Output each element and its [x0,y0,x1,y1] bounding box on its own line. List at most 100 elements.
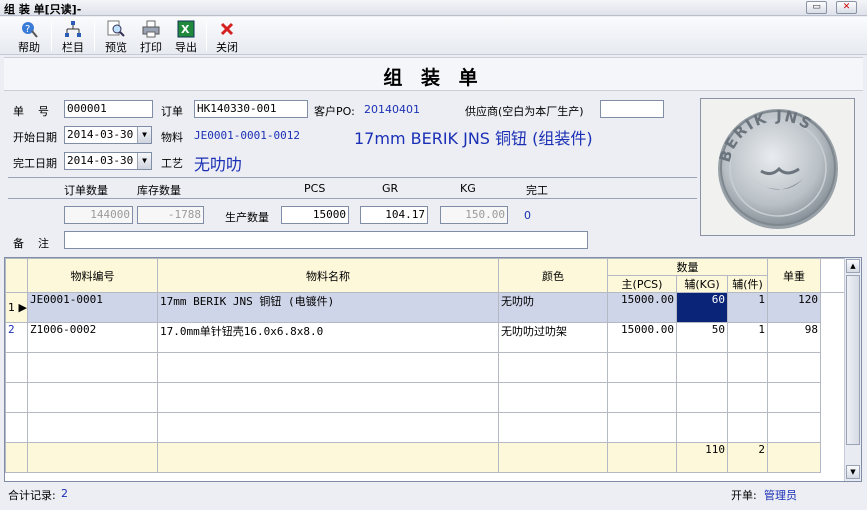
production-qty-label: 生产数量 [225,211,269,224]
cell-code[interactable]: Z1006-0002 [27,322,158,353]
sales-order-field[interactable]: HK140330-001 [194,100,308,118]
cell-color[interactable]: 无叻叻 [498,292,608,323]
product-photo: BERIK JNS [700,98,855,236]
cell-aux-kg[interactable]: 60 [676,292,728,323]
cell-code[interactable]: JE0001-0001 [27,292,158,323]
material-grid[interactable]: 物料编号 物料名称 颜色 数量 单重 主(PCS) 辅(KG) 辅(件) 1 ▶… [4,257,862,482]
form-title: 组 装 单 [383,67,484,89]
col-header-aux-pcs[interactable]: 辅(件) [727,275,768,293]
scroll-down-icon[interactable]: ▼ [846,465,860,479]
toolbar-separator [206,21,207,51]
finish-date-label: 完工日期 [13,157,57,170]
print-button[interactable]: 打印 [136,20,166,54]
start-date-label: 开始日期 [13,131,57,144]
close-button[interactable]: 关闭 [212,20,242,54]
record-count-value: 2 [61,487,68,500]
col-header-qty[interactable]: 数量 [607,258,768,276]
row-number: 1 [8,301,15,314]
total-aux-kg: 110 [676,442,728,473]
cell-name[interactable]: 17.0mm单针钮壳16.0x6.8x8.0 [157,322,499,353]
material-code: JE0001-0001-0012 [194,129,300,142]
columns-button[interactable]: 栏目 [58,20,88,54]
col-header-main-pcs[interactable]: 主(PCS) [607,275,677,293]
chevron-down-icon[interactable]: ▼ [137,153,151,169]
preview-icon [107,20,125,38]
cell-main-pcs[interactable]: 15000.00 [607,322,677,353]
sales-order-label: 订单 [161,105,183,118]
production-pcs-field[interactable]: 15000 [281,206,349,224]
col-header-name[interactable]: 物料名称 [157,258,499,293]
pcs-header: PCS [304,182,326,195]
creator-value: 管理员 [764,489,797,502]
table-row-empty[interactable] [5,352,846,383]
toolbar: ? 帮助 栏目 预览 打印 X 导出 关闭 [0,17,867,55]
window-title: 组 装 单[只读]- [4,3,82,16]
table-row[interactable]: 2 Z1006-0002 17.0mm单针钮壳16.0x6.8x8.0 无叻叻过… [5,322,846,353]
production-gr-field[interactable]: 104.17 [360,206,428,224]
cell-unit-weight[interactable]: 120 [767,292,821,323]
row-indicator-header [5,258,28,293]
columns-icon [64,20,82,38]
row-indicator[interactable]: 2 [5,322,28,353]
toolbar-separator [94,21,95,51]
close-icon [218,20,236,38]
chevron-down-icon[interactable]: ▼ [137,127,151,143]
material-table: 物料编号 物料名称 颜色 数量 单重 主(PCS) 辅(KG) 辅(件) 1 ▶… [5,258,846,473]
grid-filler [820,322,846,353]
production-kg-field: 150.00 [440,206,508,224]
help-label: 帮助 [18,41,40,54]
scroll-up-icon[interactable]: ▲ [846,259,860,273]
start-date-picker[interactable]: 2014-03-30 ▼ [64,126,152,144]
finish-date-picker[interactable]: 2014-03-30 ▼ [64,152,152,170]
cell-color[interactable]: 无叻叻过叻架 [498,322,608,353]
order-no-label: 单 号 [13,105,49,118]
material-label: 物料 [161,131,183,144]
cell-name[interactable]: 17mm BERIK JNS 铜钮 (电镀件) [157,292,499,323]
col-header-color[interactable]: 颜色 [498,258,608,293]
divider [8,177,697,178]
minimize-button[interactable]: ▭ [806,1,827,14]
cell-aux-kg[interactable]: 50 [676,322,728,353]
excel-export-icon: X [177,20,195,38]
cell-aux-pcs[interactable]: 1 [727,322,768,353]
preview-button[interactable]: 预览 [101,20,131,54]
title-bar: 组 装 单[只读]- ▭ ✕ [0,0,867,16]
row-indicator[interactable]: 1 ▶ [5,292,28,323]
grid-filler [820,292,846,323]
table-row[interactable]: 1 ▶ JE0001-0001 17mm BERIK JNS 铜钮 (电镀件) … [5,292,846,323]
svg-text:?: ? [25,24,30,35]
current-row-arrow-icon: ▶ [15,301,27,314]
col-header-unit-weight[interactable]: 单重 [767,258,821,293]
process-label: 工艺 [161,157,183,170]
stock-qty-field: -1788 [137,206,204,224]
cell-aux-pcs[interactable]: 1 [727,292,768,323]
done-value: 0 [524,209,531,222]
table-row-empty[interactable] [5,412,846,443]
col-header-aux-kg[interactable]: 辅(KG) [676,275,728,293]
export-button[interactable]: X 导出 [171,20,201,54]
form-title-band: 组 装 单 [4,57,863,91]
cell-unit-weight[interactable]: 98 [767,322,821,353]
remark-label: 备 注 [13,237,49,250]
remark-field[interactable] [64,231,588,249]
cell-main-pcs[interactable]: 15000.00 [607,292,677,323]
divider [8,198,697,199]
vertical-scrollbar[interactable]: ▲ ▼ [844,258,861,481]
gr-header: GR [382,182,399,195]
order-no-field[interactable]: 000001 [64,100,153,118]
grid-filler [820,258,846,293]
supplier-field[interactable] [600,100,664,118]
print-icon [142,20,160,38]
scroll-thumb[interactable] [846,275,860,445]
window-close-button[interactable]: ✕ [836,1,857,14]
svg-text:X: X [181,23,190,36]
table-row-empty[interactable] [5,382,846,413]
columns-label: 栏目 [62,41,84,54]
col-header-code[interactable]: 物料编号 [27,258,158,293]
kg-header: KG [460,182,476,195]
supplier-label: 供应商(空白为本厂生产) [465,105,584,118]
help-button[interactable]: ? 帮助 [14,20,44,54]
material-description: 17mm BERIK JNS 铜钮 (组装件) [354,129,593,148]
status-bar: 合计记录: 2 开单: 管理员 [0,484,867,510]
start-date-value: 2014-03-30 [67,128,134,141]
